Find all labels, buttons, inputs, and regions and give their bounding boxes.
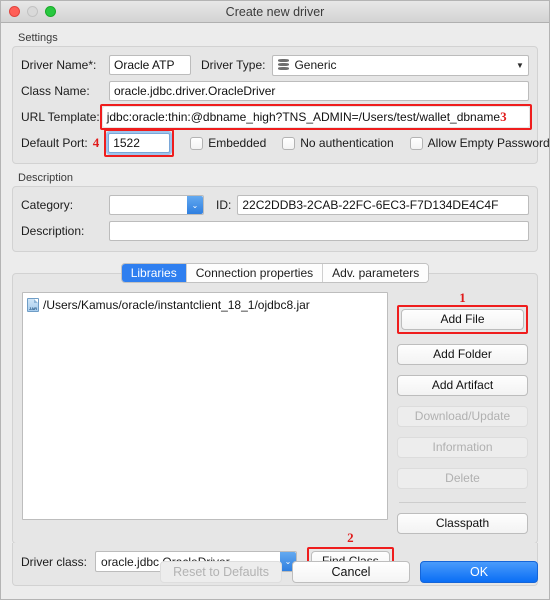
settings-group-label: Settings	[18, 32, 58, 44]
class-name-label: Class Name:	[21, 84, 90, 98]
default-port-label: Default Port:	[21, 136, 88, 150]
database-icon	[278, 59, 290, 71]
class-name-input[interactable]: oracle.jdbc.driver.OracleDriver	[109, 81, 529, 101]
embedded-checkbox[interactable]	[190, 136, 204, 150]
tab-adv-parameters[interactable]: Adv. parameters	[323, 264, 429, 282]
window-titlebar: Create new driver	[1, 1, 549, 23]
settings-group: Driver Name*: Oracle ATP Driver Type: Ge…	[12, 46, 550, 164]
driver-name-row: Driver Name*: Oracle ATP Driver Type: Ge…	[21, 54, 529, 76]
default-port-highlight: 1522	[104, 129, 175, 157]
default-port-input[interactable]: 1522	[108, 133, 171, 153]
create-new-driver-dialog: Create new driver Settings Driver Name*:…	[0, 0, 550, 600]
ok-button[interactable]: OK	[420, 561, 538, 583]
annotation-2: 2	[347, 530, 354, 545]
cancel-button[interactable]: Cancel	[292, 561, 410, 583]
information-button[interactable]: Information	[397, 437, 528, 458]
description-label: Description:	[21, 224, 85, 238]
annotation-4: 4	[92, 135, 100, 150]
delete-button[interactable]: Delete	[397, 468, 528, 489]
annotation-1-slot: 1	[397, 290, 528, 305]
tab-libraries[interactable]: Libraries	[121, 264, 187, 282]
category-row: Category: ⌄ ID: 22C2DDB3-2CAB-22FC-6EC3-…	[21, 194, 529, 216]
libraries-list[interactable]: /Users/Kamus/oracle/instantclient_18_1/o…	[22, 292, 388, 520]
driver-type-select[interactable]: Generic ▼	[272, 54, 529, 76]
no-authentication-checkbox-wrap[interactable]: No authentication	[282, 136, 394, 150]
driver-type-value: Generic	[294, 58, 337, 72]
category-select[interactable]: ⌄	[109, 195, 204, 215]
classpath-button[interactable]: Classpath	[397, 513, 528, 534]
url-template-row: URL Template: jdbc:oracle:thin:@dbname_h…	[21, 104, 532, 130]
chevron-down-icon[interactable]: ▼	[512, 56, 528, 75]
libraries-button-column: 1 Add File Add Folder Add Artifact Downl…	[397, 290, 528, 534]
tabs: Libraries Connection properties Adv. par…	[120, 263, 430, 283]
category-label: Category:	[21, 198, 74, 212]
id-label: ID:	[216, 198, 232, 212]
description-group: Category: ⌄ ID: 22C2DDB3-2CAB-22FC-6EC3-…	[12, 186, 538, 252]
jar-file-icon	[27, 298, 39, 312]
url-template-label: URL Template:	[21, 110, 100, 124]
button-divider	[399, 502, 526, 503]
driver-type-label: Driver Type:	[201, 58, 266, 72]
libraries-panel: /Users/Kamus/oracle/instantclient_18_1/o…	[12, 273, 538, 544]
library-path: /Users/Kamus/oracle/instantclient_18_1/o…	[43, 298, 310, 312]
chevron-down-icon[interactable]: ⌄	[187, 196, 203, 214]
window-title: Create new driver	[225, 4, 325, 19]
url-template-highlight: jdbc:oracle:thin:@dbname_high?TNS_ADMIN=…	[99, 104, 532, 130]
tab-connection-properties[interactable]: Connection properties	[186, 264, 324, 282]
id-input[interactable]: 22C2DDB3-2CAB-22FC-6EC3-F7D134DE4C4F	[237, 195, 529, 215]
add-file-button[interactable]: Add File	[401, 309, 524, 330]
add-folder-button[interactable]: Add Folder	[397, 344, 528, 365]
annotation-1: 1	[459, 290, 466, 305]
class-name-row: Class Name: oracle.jdbc.driver.OracleDri…	[21, 80, 529, 102]
add-file-highlight: Add File	[397, 305, 528, 334]
description-row: Description:	[21, 220, 529, 242]
add-artifact-button[interactable]: Add Artifact	[397, 375, 528, 396]
description-input[interactable]	[109, 221, 529, 241]
download-update-button[interactable]: Download/Update	[397, 406, 528, 427]
embedded-checkbox-wrap[interactable]: Embedded	[190, 136, 266, 150]
driver-name-input[interactable]: Oracle ATP	[109, 55, 191, 75]
allow-empty-password-checkbox-wrap[interactable]: Allow Empty Password	[409, 136, 550, 150]
list-item[interactable]: /Users/Kamus/oracle/instantclient_18_1/o…	[27, 298, 383, 312]
embedded-label: Embedded	[208, 136, 267, 150]
default-port-row: Default Port: 4 1522 Embedded No authent…	[21, 129, 550, 157]
allow-empty-password-label: Allow Empty Password	[427, 136, 550, 150]
driver-name-label: Driver Name*:	[21, 58, 97, 72]
no-authentication-label: No authentication	[300, 136, 394, 150]
allow-empty-password-checkbox[interactable]	[409, 136, 423, 150]
description-group-label: Description	[18, 172, 74, 184]
no-authentication-checkbox[interactable]	[282, 136, 296, 150]
url-template-value: jdbc:oracle:thin:@dbname_high?TNS_ADMIN=…	[106, 110, 501, 124]
dialog-footer: Reset to Defaults Cancel OK	[1, 561, 549, 583]
reset-to-defaults-button[interactable]: Reset to Defaults	[160, 561, 282, 583]
url-template-input[interactable]: jdbc:oracle:thin:@dbname_high?TNS_ADMIN=…	[102, 107, 529, 127]
annotation-3: 3	[500, 109, 507, 124]
